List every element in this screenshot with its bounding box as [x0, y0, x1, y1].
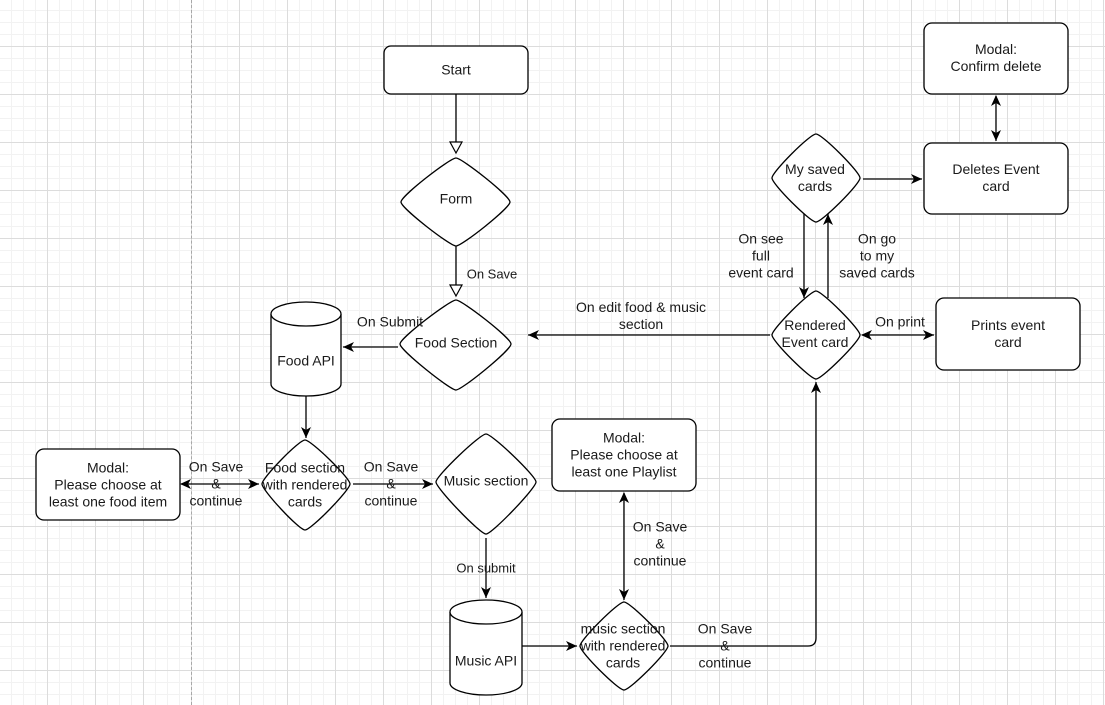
music-rendered-label: music section with rendered cards	[580, 620, 666, 671]
edge-label-modal-food-save: On Save & continue	[188, 458, 244, 509]
edge-label-on-submit: On Submit	[356, 313, 424, 330]
food-section-label: Food Section	[414, 334, 498, 351]
edge-label-playlist-save: On Save & continue	[632, 518, 688, 569]
modal-playlist-label: Modal: Please choose at least one Playli…	[570, 429, 678, 480]
rendered-event-label: Rendered Event card	[781, 317, 849, 350]
food-rendered-label: Food section with rendered cards	[262, 459, 348, 510]
edge-label-go-to-saved: On go to my saved cards	[839, 230, 915, 281]
edge-label-see-full-event: On see full event card	[728, 230, 794, 281]
modal-food-label: Modal: Please choose at least one food i…	[48, 459, 168, 510]
edge-label-on-submit-music: On submit	[456, 560, 516, 576]
edge-label-edit-food-music: On edit food & music section	[576, 299, 706, 332]
food-api-label: Food API	[277, 352, 335, 369]
edge-form-food-head	[448, 284, 464, 298]
modal-confirm-label: Modal: Confirm delete	[950, 41, 1042, 74]
edge-start-form-head	[448, 141, 464, 155]
start-label: Start	[441, 61, 471, 78]
prints-event-label: Prints event card	[971, 317, 1045, 350]
music-api-database[interactable]	[449, 599, 523, 696]
food-api-database[interactable]	[270, 301, 342, 397]
edge-label-food-to-music: On Save & continue	[363, 458, 419, 509]
flowchart	[35, 22, 1081, 696]
edge-label-music-to-event: On Save & continue	[697, 620, 753, 671]
edge-label-on-print: On print	[875, 313, 925, 330]
edge-label-on-save: On Save	[466, 266, 518, 282]
music-section-label: Music section	[443, 472, 529, 489]
form-label: Form	[439, 190, 473, 207]
music-api-label: Music API	[454, 652, 518, 669]
deletes-event-label: Deletes Event card	[952, 161, 1040, 194]
my-saved-label: My saved cards	[785, 161, 845, 194]
